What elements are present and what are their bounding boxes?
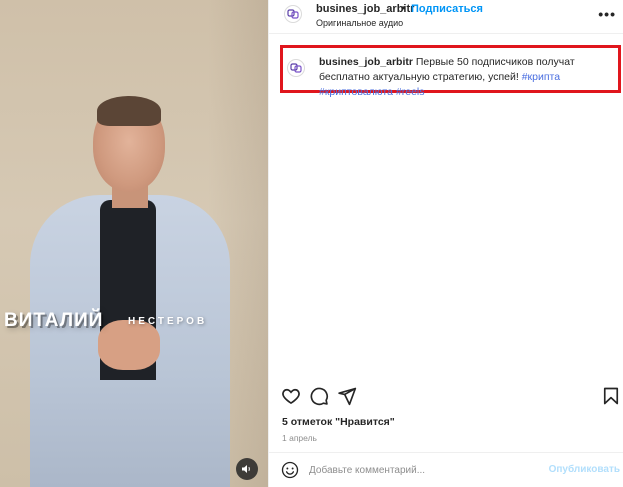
separator-dot: •: [401, 1, 406, 15]
avatar[interactable]: [284, 5, 302, 23]
post-date[interactable]: 1 апрель: [282, 433, 317, 443]
comment-input[interactable]: [309, 461, 539, 479]
hashtag-link[interactable]: #крипта: [522, 71, 560, 83]
header-username[interactable]: busines_job_arbitr: [316, 3, 414, 15]
hashtag-link[interactable]: #reels: [396, 86, 425, 98]
caption-username[interactable]: busines_job_arbitr: [319, 56, 413, 68]
post-header: busines_job_arbitr • Подписаться Оригина…: [269, 0, 623, 34]
action-bar: [269, 384, 623, 408]
profile-logo-icon: [290, 63, 302, 73]
more-options-button[interactable]: •••: [598, 6, 616, 22]
comment-bar: Опубликовать: [269, 452, 623, 487]
video-player[interactable]: ВИТАЛИЙ НЕСТЕРОВ: [0, 0, 268, 487]
speaker-icon: [242, 465, 250, 473]
caption-highlight: busines_job_arbitr Первые 50 подписчиков…: [280, 45, 621, 98]
video-person-hands: [98, 320, 160, 370]
video-overlay-name: ВИТАЛИЙ: [4, 310, 104, 331]
send-icon[interactable]: [337, 386, 357, 406]
audio-toggle-button[interactable]: [236, 458, 258, 480]
audio-label[interactable]: Оригинальное аудио: [316, 18, 403, 28]
heart-icon[interactable]: [281, 386, 301, 406]
bookmark-icon[interactable]: [601, 386, 621, 406]
comment-icon[interactable]: [309, 386, 329, 406]
post-panel: busines_job_arbitr • Подписаться Оригина…: [268, 0, 623, 487]
publish-button[interactable]: Опубликовать: [549, 464, 620, 475]
video-overlay-surname: НЕСТЕРОВ: [128, 316, 208, 327]
hashtag-link[interactable]: #криптовалюта: [319, 86, 393, 98]
caption-avatar[interactable]: [287, 59, 305, 77]
profile-logo-icon: [287, 9, 299, 19]
follow-button[interactable]: Подписаться: [411, 3, 483, 15]
caption-text: busines_job_arbitr Первые 50 подписчиков…: [319, 55, 617, 100]
likes-count[interactable]: 5 отметок "Нравится": [282, 416, 395, 428]
emoji-icon[interactable]: [281, 461, 299, 479]
video-person-hair: [97, 96, 161, 126]
